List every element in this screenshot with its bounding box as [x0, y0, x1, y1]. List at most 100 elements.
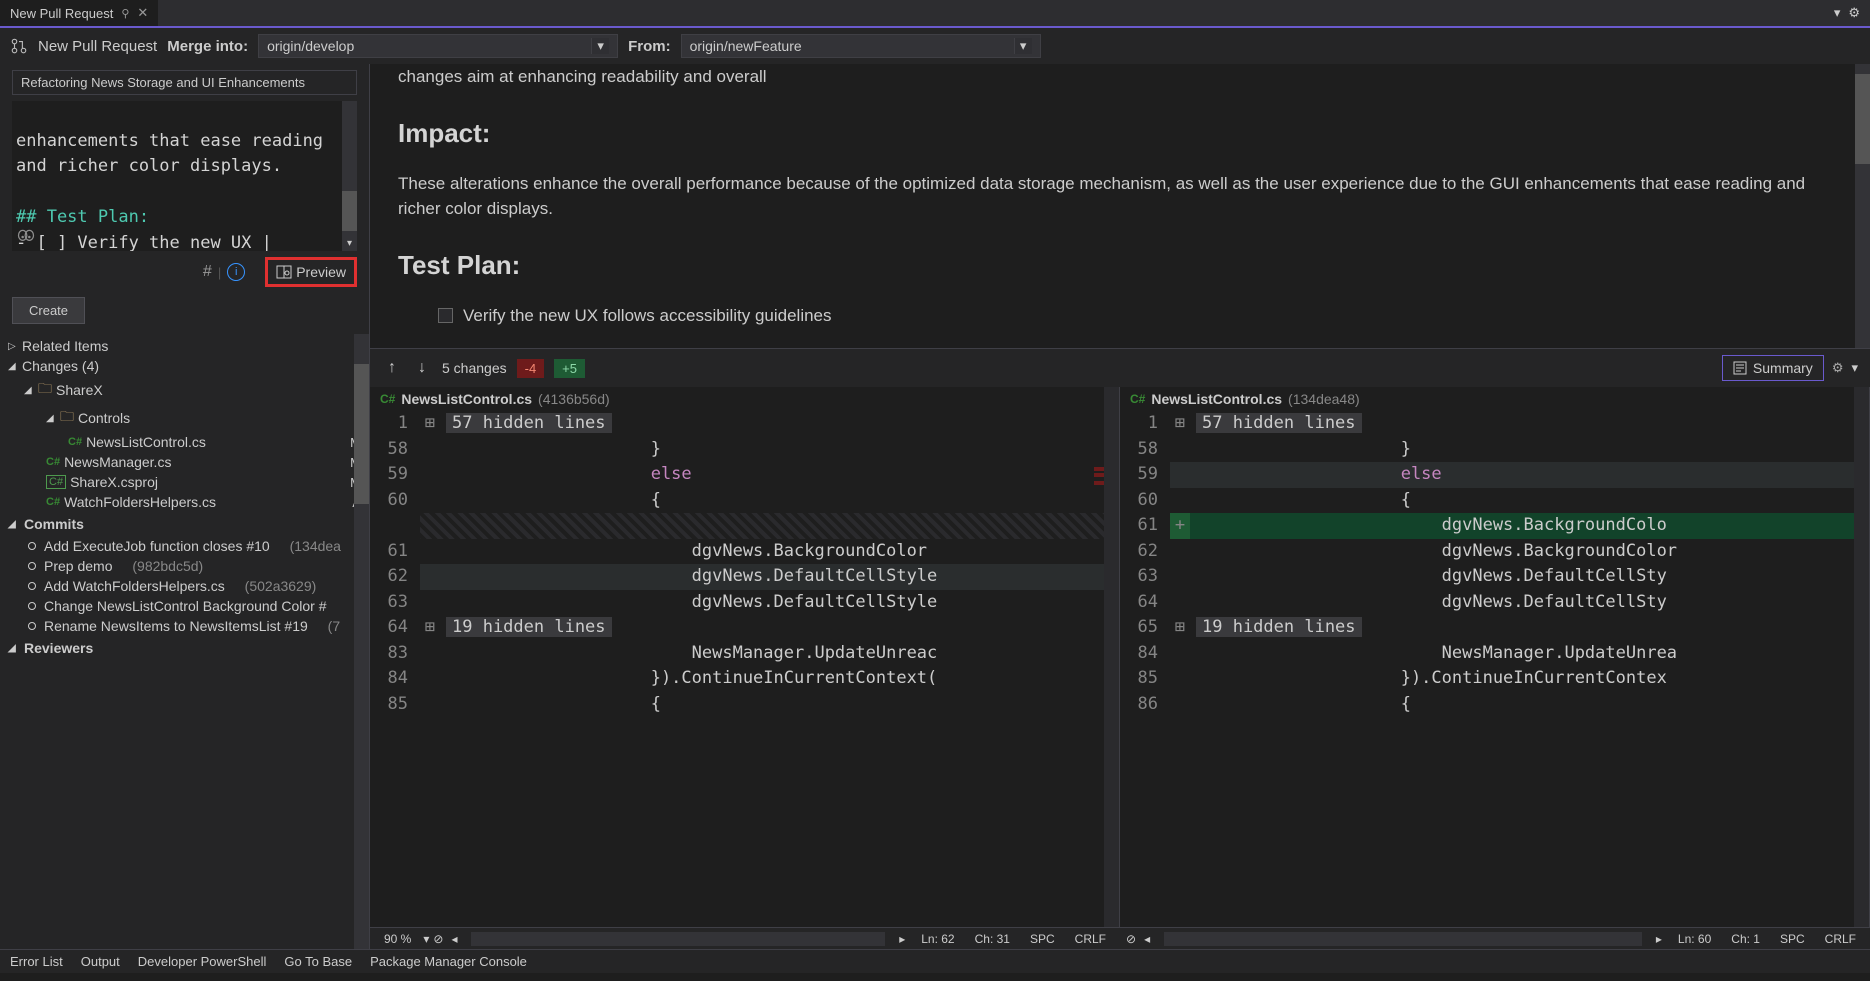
preview-button[interactable]: Preview: [265, 257, 357, 287]
desc-scrollbar[interactable]: ▾: [342, 101, 357, 251]
cursor-line: Ln: 60: [1670, 932, 1719, 946]
desc-heading: ## Test Plan:: [16, 207, 149, 227]
preview-heading-testplan: Test Plan:: [398, 246, 1842, 285]
commit-dot-icon: [28, 622, 36, 630]
cs-icon: C#: [46, 496, 60, 508]
csproj-icon: C#: [46, 475, 66, 489]
commit-row[interactable]: Add ExecuteJob function closes #10 (134d…: [0, 536, 369, 556]
commit-row[interactable]: Add WatchFoldersHelpers.cs (502a3629): [0, 576, 369, 596]
gear-icon[interactable]: ⚙: [1832, 360, 1844, 376]
summary-button[interactable]: Summary: [1722, 355, 1824, 381]
zoom-level[interactable]: 90 %: [376, 932, 419, 946]
pr-title-input[interactable]: Refactoring News Storage and UI Enhancem…: [12, 70, 357, 95]
description-preview: changes aim at enhancing readability and…: [370, 64, 1870, 348]
scroll-right-icon[interactable]: ▸: [1652, 932, 1666, 946]
desc-line-1: enhancements that ease reading and riche…: [16, 131, 333, 177]
prev-change-arrow[interactable]: ↑: [382, 357, 402, 379]
commit-dot-icon: [28, 562, 36, 570]
code-body-left[interactable]: 1⊞57 hidden lines 58 } 59 else 60 { 61 d…: [370, 411, 1119, 927]
diff-pane-right: C# NewsListControl.cs (134dea48) 1⊞57 hi…: [1120, 387, 1870, 927]
tab-error-list[interactable]: Error List: [10, 954, 63, 969]
folder-icon: 🗀: [60, 406, 74, 430]
tab-new-pull-request[interactable]: New Pull Request ⚲ ✕: [0, 0, 158, 26]
changes-node[interactable]: ◢Changes (4): [0, 356, 369, 376]
scroll-left-icon[interactable]: ◂: [1140, 932, 1154, 946]
dropdown-caret-icon[interactable]: ▾: [1834, 5, 1841, 21]
pr-header-row: New Pull Request Merge into: origin/deve…: [0, 28, 1870, 64]
diff-added-badge: +5: [554, 359, 585, 378]
chevron-down-icon[interactable]: ▾: [423, 932, 429, 946]
preview-panel-icon: [276, 264, 292, 280]
commit-row[interactable]: Change NewsListControl Background Color …: [0, 596, 369, 616]
gear-icon[interactable]: ⚙: [1848, 5, 1860, 21]
create-button[interactable]: Create: [12, 297, 85, 324]
tree-section: ▷Related Items ◢Changes (4) ◢🗀ShareX ◢🗀C…: [0, 334, 369, 949]
tab-output[interactable]: Output: [81, 954, 120, 969]
info-icon[interactable]: i: [227, 263, 245, 281]
cs-icon: C#: [380, 392, 395, 406]
folder-sharex[interactable]: ◢🗀ShareX: [0, 376, 369, 404]
chevron-down-icon[interactable]: ▾: [1014, 38, 1032, 54]
commit-dot-icon: [28, 542, 36, 550]
file-header-right: C# NewsListControl.cs (134dea48): [1120, 387, 1869, 411]
copilot-icon[interactable]: [16, 227, 36, 247]
chevron-down-icon[interactable]: ▾: [1851, 360, 1858, 376]
file-watchfolders[interactable]: C#WatchFoldersHelpers.csA: [0, 492, 369, 512]
related-items-node[interactable]: ▷Related Items: [0, 336, 369, 356]
line-ending[interactable]: CRLF: [1067, 932, 1114, 946]
tab-package-manager-console[interactable]: Package Manager Console: [370, 954, 527, 969]
diff-status-bar: 90 % ▾ ⊘ ◂ ▸ Ln: 62 Ch: 31 SPC CRLF ⊘ ◂ …: [370, 927, 1870, 949]
from-dropdown[interactable]: origin/newFeature ▾: [681, 34, 1041, 58]
pin-icon[interactable]: ⚲: [121, 7, 129, 20]
hash-icon[interactable]: #: [203, 263, 212, 281]
tab-go-to-base[interactable]: Go To Base: [284, 954, 352, 969]
indent-mode[interactable]: SPC: [1022, 932, 1063, 946]
close-icon[interactable]: ✕: [137, 5, 148, 21]
code-scrollbar[interactable]: [1854, 387, 1869, 927]
checklist-text: Verify the new UX follows accessibility …: [463, 303, 832, 329]
hscroll[interactable]: [471, 932, 885, 946]
reviewers-header[interactable]: ◢Reviewers: [0, 636, 369, 660]
tab-developer-powershell[interactable]: Developer PowerShell: [138, 954, 267, 969]
scroll-left-icon[interactable]: ◂: [447, 932, 461, 946]
tree-scrollbar[interactable]: [354, 334, 369, 949]
from-label: From:: [628, 38, 671, 55]
commit-dot-icon: [28, 602, 36, 610]
hscroll[interactable]: [1164, 932, 1642, 946]
folder-controls[interactable]: ◢🗀Controls: [0, 404, 369, 432]
preview-scrollbar[interactable]: [1855, 64, 1870, 348]
code-scrollbar[interactable]: [1104, 387, 1119, 927]
preview-paragraph: changes aim at enhancing readability and…: [398, 64, 1842, 90]
file-newsmanager[interactable]: C#NewsManager.csM: [0, 452, 369, 472]
minimap: [1094, 417, 1104, 617]
pr-description-editor[interactable]: enhancements that ease reading and riche…: [12, 101, 357, 251]
diff-removed-badge: -4: [517, 359, 545, 378]
changes-count: 5 changes: [442, 360, 507, 376]
merge-into-value: origin/develop: [267, 38, 591, 54]
file-csproj[interactable]: C#ShareX.csprojM: [0, 472, 369, 492]
checkbox[interactable]: [438, 308, 453, 323]
no-issues-icon[interactable]: ⊘: [433, 932, 443, 946]
indent-mode[interactable]: SPC: [1772, 932, 1813, 946]
cursor-char: Ch: 1: [1723, 932, 1768, 946]
scroll-right-icon[interactable]: ▸: [895, 932, 909, 946]
commits-header[interactable]: ◢Commits: [0, 512, 369, 536]
tab-title-text: New Pull Request: [10, 6, 113, 21]
merge-into-dropdown[interactable]: origin/develop ▾: [258, 34, 618, 58]
preview-heading-impact: Impact:: [398, 114, 1842, 153]
code-body-right[interactable]: 1⊞57 hidden lines 58 } 59 else 60 { 61+ …: [1120, 411, 1869, 927]
commit-row[interactable]: Rename NewsItems to NewsItemsList #19 (7: [0, 616, 369, 636]
cs-icon: C#: [46, 456, 60, 468]
line-ending[interactable]: CRLF: [1817, 932, 1864, 946]
next-change-arrow[interactable]: ↓: [412, 357, 432, 379]
file-newslistcontrol[interactable]: C#NewsListControl.csM: [0, 432, 369, 452]
titlebar: New Pull Request ⚲ ✕ ▾ ⚙: [0, 0, 1870, 28]
no-issues-icon[interactable]: ⊘: [1126, 932, 1136, 946]
pull-request-icon: [10, 37, 28, 55]
commit-row[interactable]: Prep demo (982bdc5d): [0, 556, 369, 576]
diff-header: ↑ ↓ 5 changes -4 +5 Summary ⚙ ▾: [370, 348, 1870, 387]
merge-into-label: Merge into:: [167, 38, 248, 55]
summary-icon: [1733, 361, 1747, 375]
diff-panes: C# NewsListControl.cs (4136b56d) 1⊞57 hi…: [370, 387, 1870, 927]
chevron-down-icon[interactable]: ▾: [591, 38, 609, 54]
